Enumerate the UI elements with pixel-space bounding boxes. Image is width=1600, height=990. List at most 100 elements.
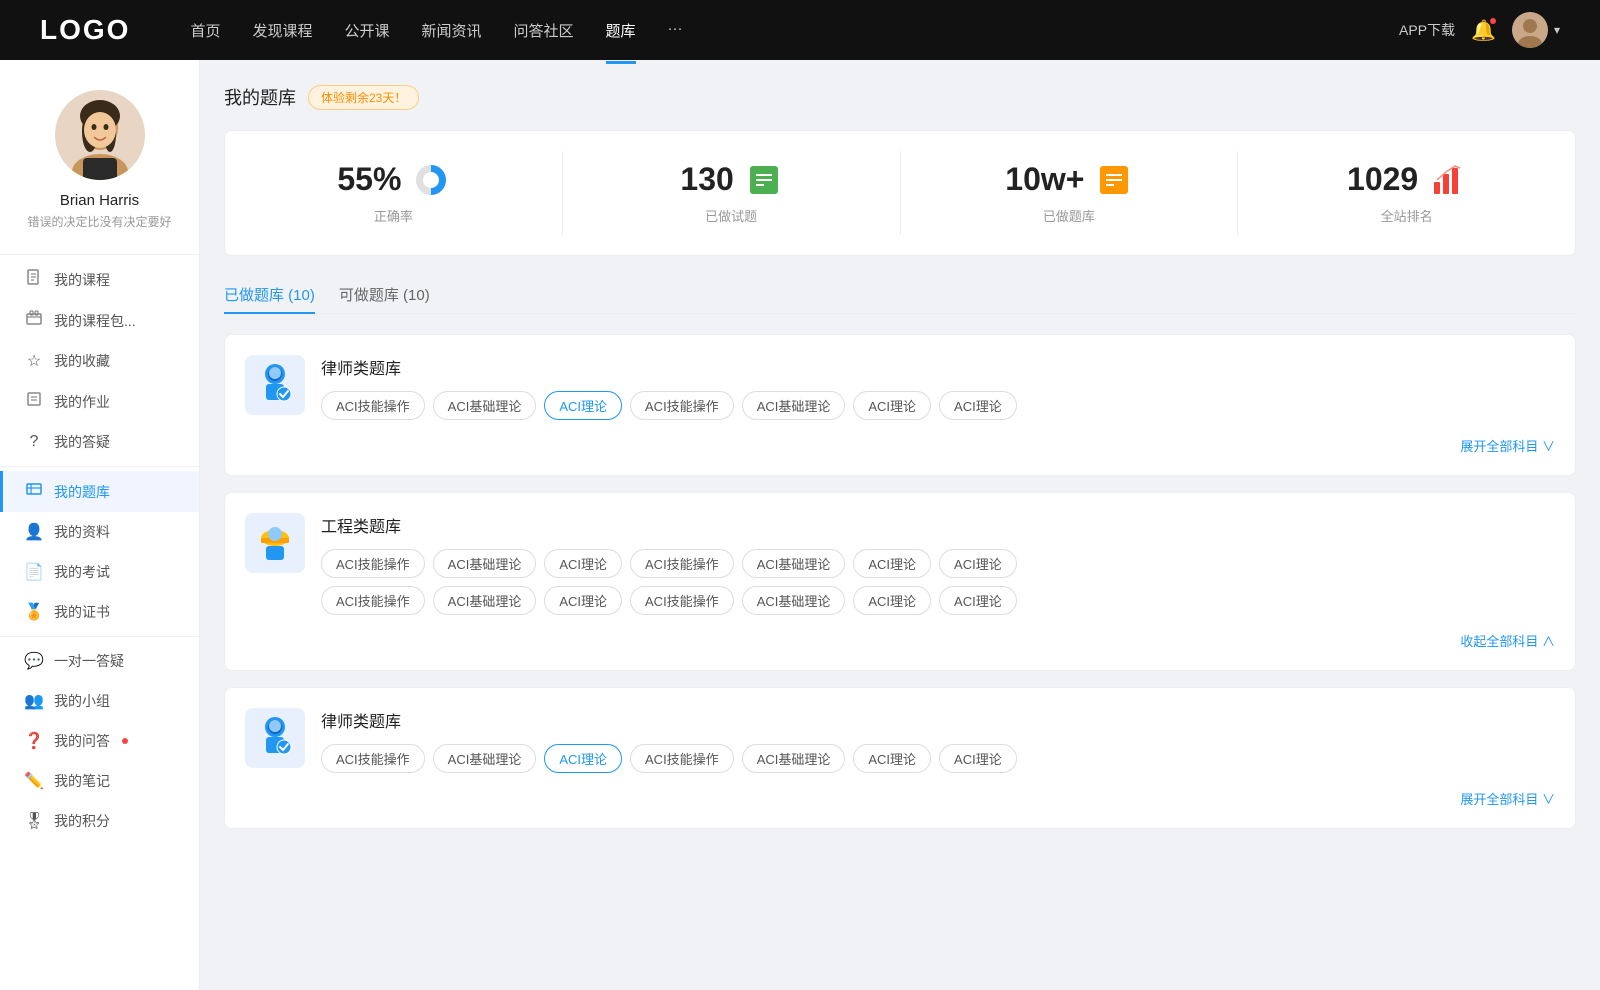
nav-opencourse[interactable]: 公开课 (344, 16, 389, 45)
tag-item[interactable]: ACI技能操作 (321, 744, 425, 773)
sidebar-divider-2 (0, 466, 199, 467)
tag-item[interactable]: ACI基础理论 (433, 549, 537, 578)
tag-item[interactable]: ACI基础理论 (433, 391, 537, 420)
question-icon: ? (24, 433, 44, 451)
notification-bell[interactable]: 🔔 (1471, 18, 1496, 43)
tags-row: ACI技能操作 ACI基础理论 ACI理论 ACI技能操作 ACI基础理论 AC… (321, 391, 1555, 420)
avatar (1512, 12, 1548, 48)
tab-done-banks[interactable]: 已做题库 (10) (224, 276, 315, 313)
sidebar-item-question-bank[interactable]: 我的题库 (0, 471, 199, 512)
sidebar-item-label: 我的笔记 (54, 771, 110, 791)
expand-link[interactable]: 展开全部科目 ∨ (245, 436, 1555, 455)
stat-label: 全站排名 (1381, 206, 1433, 225)
notification-dot (1490, 18, 1496, 24)
qbank-card-header: 律师类题库 ACI技能操作 ACI基础理论 ACI理论 ACI技能操作 ACI基… (245, 355, 1555, 420)
sidebar-item-label: 我的积分 (54, 811, 110, 831)
sidebar-item-homework[interactable]: 我的作业 (0, 381, 199, 422)
tag-item[interactable]: ACI理论 (853, 586, 931, 615)
lawyer-icon-2 (245, 708, 305, 768)
star-icon: ☆ (24, 351, 44, 371)
logo[interactable]: LOGO (40, 14, 130, 46)
tag-item[interactable]: ACI技能操作 (321, 586, 425, 615)
sidebar-item-points[interactable]: 🎖 我的积分 (0, 801, 199, 841)
tag-item[interactable]: ACI技能操作 (630, 549, 734, 578)
qbank-card-lawyer-1: 律师类题库 ACI技能操作 ACI基础理论 ACI理论 ACI技能操作 ACI基… (224, 334, 1576, 476)
sidebar-item-label: 我的问答 (54, 731, 110, 751)
qbank-icon (24, 481, 44, 502)
tag-item[interactable]: ACI技能操作 (321, 549, 425, 578)
sidebar-item-group[interactable]: 👥 我的小组 (0, 681, 199, 721)
nav-qbank[interactable]: 题库 (606, 16, 636, 45)
tag-item[interactable]: ACI理论 (939, 744, 1017, 773)
main-content: 我的题库 体验剩余23天！ 55% (200, 60, 1600, 990)
tag-item[interactable]: ACI基础理论 (433, 586, 537, 615)
my-question-icon: ❓ (24, 731, 44, 751)
sidebar-item-certificate[interactable]: 🏅 我的证书 (0, 592, 199, 632)
expand-link-2[interactable]: 展开全部科目 ∨ (245, 789, 1555, 808)
sidebar-item-favorites[interactable]: ☆ 我的收藏 (0, 341, 199, 381)
sidebar-item-label: 我的资料 (54, 522, 110, 542)
sidebar-item-1v1-qa[interactable]: 💬 一对一答疑 (0, 641, 199, 681)
tag-item[interactable]: ACI理论 (544, 586, 622, 615)
certificate-icon: 🏅 (24, 602, 44, 622)
user-motto: 错误的决定比没有决定要好 (17, 213, 181, 230)
qbank-info: 工程类题库 ACI技能操作 ACI基础理论 ACI理论 ACI技能操作 ACI基… (321, 513, 1555, 615)
tag-item[interactable]: ACI理论 (939, 391, 1017, 420)
tag-item[interactable]: ACI技能操作 (630, 391, 734, 420)
tag-item[interactable]: ACI理论 (544, 549, 622, 578)
nav-home[interactable]: 首页 (190, 16, 220, 45)
tag-item[interactable]: ACI理论 (853, 744, 931, 773)
stat-label: 正确率 (374, 206, 413, 225)
stat-label: 已做试题 (705, 206, 757, 225)
tag-item[interactable]: ACI理论 (853, 391, 931, 420)
sidebar: Brian Harris 错误的决定比没有决定要好 我的课程 我的课程包... … (0, 60, 200, 990)
chart-red-icon (1430, 162, 1466, 198)
tag-item[interactable]: ACI基础理论 (433, 744, 537, 773)
sidebar-divider-3 (0, 636, 199, 637)
note-green-icon (746, 162, 782, 198)
sidebar-avatar (55, 90, 145, 180)
group-icon: 👥 (24, 691, 44, 711)
sidebar-item-label: 我的课程包... (54, 311, 136, 331)
stat-top: 10w+ (1005, 161, 1132, 198)
tag-item[interactable]: ACI技能操作 (321, 391, 425, 420)
nav-discover[interactable]: 发现课程 (252, 16, 312, 45)
tag-item[interactable]: ACI基础理论 (742, 391, 846, 420)
sidebar-item-my-qa[interactable]: ❓ 我的问答 (0, 721, 199, 761)
points-icon: 🎖 (24, 811, 44, 831)
tab-available-banks[interactable]: 可做题库 (10) (339, 276, 430, 313)
nav-qa[interactable]: 问答社区 (514, 16, 574, 45)
tag-item[interactable]: ACI理论 (939, 586, 1017, 615)
tag-item[interactable]: ACI技能操作 (630, 744, 734, 773)
tag-item-active[interactable]: ACI理论 (544, 391, 622, 420)
sidebar-item-notes[interactable]: ✏️ 我的笔记 (0, 761, 199, 801)
tag-item[interactable]: ACI技能操作 (630, 586, 734, 615)
tag-item[interactable]: ACI基础理论 (742, 744, 846, 773)
homework-icon (24, 391, 44, 412)
collapse-link[interactable]: 收起全部科目 ∧ (245, 631, 1555, 650)
nav-news[interactable]: 新闻资讯 (422, 16, 482, 45)
nav-more[interactable]: ··· (668, 16, 683, 45)
tabs: 已做题库 (10) 可做题库 (10) (224, 276, 1576, 314)
tag-item[interactable]: ACI基础理论 (742, 586, 846, 615)
tag-item[interactable]: ACI理论 (939, 549, 1017, 578)
page-title: 我的题库 (224, 84, 296, 110)
sidebar-item-my-courses[interactable]: 我的课程 (0, 259, 199, 300)
sidebar-item-label: 我的答疑 (54, 432, 110, 452)
stats-row: 55% 正确率 130 (224, 130, 1576, 256)
stat-number: 1029 (1347, 161, 1418, 198)
sidebar-item-exam[interactable]: 📄 我的考试 (0, 552, 199, 592)
stat-banks-done: 10w+ 已做题库 (901, 151, 1239, 235)
user-avatar-menu[interactable]: ▾ (1512, 12, 1560, 48)
stat-questions-done: 130 已做试题 (563, 151, 901, 235)
tag-item-active[interactable]: ACI理论 (544, 744, 622, 773)
sidebar-item-profile[interactable]: 👤 我的资料 (0, 512, 199, 552)
qbank-name: 律师类题库 (321, 708, 1555, 732)
sidebar-divider-1 (0, 254, 199, 255)
tag-item[interactable]: ACI理论 (853, 549, 931, 578)
sidebar-item-course-package[interactable]: 我的课程包... (0, 300, 199, 341)
app-download-link[interactable]: APP下载 (1399, 20, 1455, 40)
qbank-card-lawyer-2: 律师类题库 ACI技能操作 ACI基础理论 ACI理论 ACI技能操作 ACI基… (224, 687, 1576, 829)
sidebar-item-qa[interactable]: ? 我的答疑 (0, 422, 199, 462)
tag-item[interactable]: ACI基础理论 (742, 549, 846, 578)
